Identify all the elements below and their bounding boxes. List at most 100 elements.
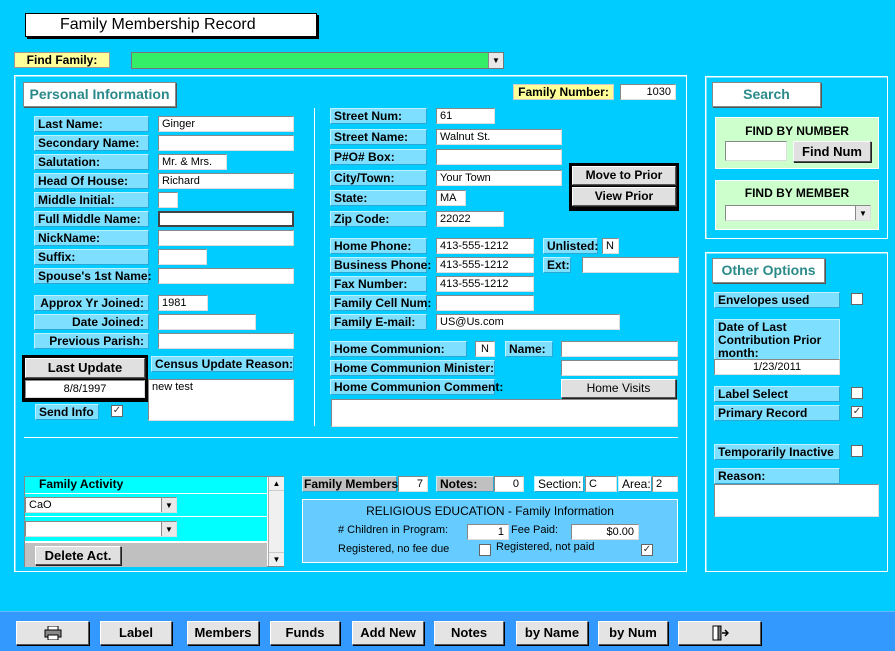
fax-number-label: Fax Number:	[330, 276, 427, 292]
add-new-button[interactable]: Add New	[352, 621, 424, 645]
middle-initial-label: Middle Initial:	[34, 192, 149, 208]
salutation-field[interactable]: Mr. & Mrs.	[158, 154, 227, 170]
by-name-button[interactable]: by Name	[516, 621, 588, 645]
column-divider	[314, 108, 315, 426]
street-name-field[interactable]: Walnut St.	[436, 129, 562, 145]
chevron-down-icon[interactable]: ▼	[161, 498, 176, 512]
family-cell-label: Family Cell Num:	[330, 295, 431, 311]
city-field[interactable]: Your Town	[436, 170, 562, 186]
temporarily-inactive-label: Temporarily Inactive	[714, 444, 840, 460]
move-to-prior-button[interactable]: Move to Prior	[572, 166, 676, 185]
children-in-program-label: # Children in Program:	[338, 524, 449, 536]
full-middle-name-field[interactable]	[158, 211, 294, 227]
street-num-label: Street Num:	[330, 108, 427, 124]
delete-activity-button[interactable]: Delete Act.	[35, 546, 121, 565]
find-by-number-field[interactable]	[725, 141, 787, 161]
home-visits-button[interactable]: Home Visits	[561, 379, 676, 398]
business-phone-field[interactable]: 413-555-1212	[436, 257, 534, 273]
activity-scrollbar[interactable]: ▲ ▼	[268, 477, 284, 566]
spouse-name-field[interactable]	[158, 268, 294, 284]
date-joined-label: Date Joined:	[34, 314, 149, 330]
last-contribution-label: Date of Last Contribution Prior month:	[714, 319, 840, 360]
find-family-label: Find Family:	[14, 52, 110, 68]
home-phone-field[interactable]: 413-555-1212	[436, 238, 534, 254]
family-cell-field[interactable]	[436, 295, 534, 311]
notes-count-field[interactable]: 0	[494, 476, 524, 492]
approx-yr-joined-field[interactable]: 1981	[158, 295, 208, 311]
zip-code-label: Zip Code:	[330, 211, 427, 227]
envelopes-used-label: Envelopes used	[714, 292, 840, 308]
find-by-member-combo[interactable]: ▼	[725, 205, 871, 221]
temporarily-inactive-checkbox[interactable]	[851, 445, 863, 457]
funds-button[interactable]: Funds	[270, 621, 340, 645]
nickname-field[interactable]	[158, 230, 294, 246]
po-box-field[interactable]	[436, 149, 562, 165]
scroll-up-icon[interactable]: ▲	[269, 477, 284, 491]
registered-not-paid-checkbox[interactable]: ✓	[641, 544, 653, 556]
primary-record-checkbox[interactable]: ✓	[851, 406, 863, 418]
exit-button[interactable]	[678, 621, 761, 645]
label-button[interactable]: Label	[100, 621, 172, 645]
head-of-house-field[interactable]: Richard	[158, 173, 294, 189]
approx-yr-joined-label: Approx Yr Joined:	[34, 295, 149, 311]
section-field[interactable]: C	[585, 476, 617, 492]
chevron-down-icon[interactable]: ▼	[488, 53, 503, 68]
find-by-number-title: FIND BY NUMBER	[745, 124, 849, 138]
activity-combo[interactable]: ▼	[25, 521, 177, 537]
nickname-label: NickName:	[34, 230, 149, 246]
state-label: State:	[330, 190, 427, 206]
secondary-name-field[interactable]	[158, 135, 294, 151]
last-update-field[interactable]: 8/8/1997	[25, 380, 145, 398]
family-email-field[interactable]: US@Us.com	[436, 314, 620, 330]
find-num-button[interactable]: Find Num	[793, 141, 871, 162]
notes-button[interactable]: Notes	[434, 621, 504, 645]
by-num-button[interactable]: by Num	[598, 621, 668, 645]
members-button[interactable]: Members	[187, 621, 259, 645]
personal-info-title: Personal Information	[23, 82, 176, 107]
label-select-checkbox[interactable]	[851, 387, 863, 399]
area-label: Area:	[618, 476, 652, 492]
family-number-field[interactable]: 1030	[620, 84, 676, 100]
chevron-down-icon[interactable]: ▼	[855, 206, 870, 220]
notes-label: Notes:	[436, 476, 494, 492]
communion-minister-field[interactable]	[561, 360, 678, 376]
head-of-house-label: Head Of House:	[34, 173, 149, 189]
middle-initial-field[interactable]	[158, 192, 178, 208]
previous-parish-field[interactable]	[158, 333, 294, 349]
unlisted-field[interactable]: N	[602, 238, 619, 254]
zip-code-field[interactable]: 22022	[436, 211, 504, 227]
last-name-field[interactable]: Ginger	[158, 116, 294, 132]
send-info-checkbox[interactable]: ✓	[111, 405, 123, 417]
suffix-field[interactable]	[158, 249, 207, 265]
reason-field[interactable]	[714, 484, 879, 517]
fax-number-field[interactable]: 413-555-1212	[436, 276, 534, 292]
last-contribution-field[interactable]: 1/23/2011	[714, 359, 840, 375]
communion-comment-field[interactable]	[331, 399, 678, 427]
window-title: Family Membership Record	[25, 13, 317, 37]
census-update-reason-field[interactable]: new test	[148, 379, 294, 421]
scroll-down-icon[interactable]: ▼	[269, 552, 284, 566]
street-num-field[interactable]: 61	[436, 108, 495, 124]
state-field[interactable]: MA	[436, 190, 466, 206]
date-joined-field[interactable]	[158, 314, 256, 330]
find-by-member-panel: FIND BY MEMBER ▼	[715, 180, 879, 230]
ext-field[interactable]	[582, 257, 679, 273]
communion-name-field[interactable]	[561, 341, 678, 357]
chevron-down-icon[interactable]: ▼	[161, 522, 176, 536]
find-family-combo[interactable]: ▼	[131, 52, 504, 69]
home-communion-field[interactable]: N	[475, 341, 495, 357]
spouse-name-label: Spouse's 1st Name:	[34, 268, 152, 284]
last-update-button[interactable]: Last Update	[25, 358, 145, 378]
family-members-field[interactable]: 7	[398, 476, 428, 492]
fee-paid-field[interactable]: $0.00	[571, 524, 639, 540]
view-prior-button[interactable]: View Prior	[572, 187, 676, 206]
send-info-label: Send Info	[35, 404, 99, 420]
activity-combo[interactable]: CaO ▼	[25, 497, 177, 513]
search-title: Search	[712, 82, 821, 107]
registered-no-fee-checkbox[interactable]	[479, 544, 491, 556]
area-field[interactable]: 2	[652, 476, 678, 492]
communion-comment-label: Home Communion Comment:	[330, 379, 503, 395]
print-button[interactable]	[16, 621, 89, 645]
children-in-program-field[interactable]: 1	[467, 524, 509, 540]
envelopes-used-checkbox[interactable]	[851, 293, 863, 305]
